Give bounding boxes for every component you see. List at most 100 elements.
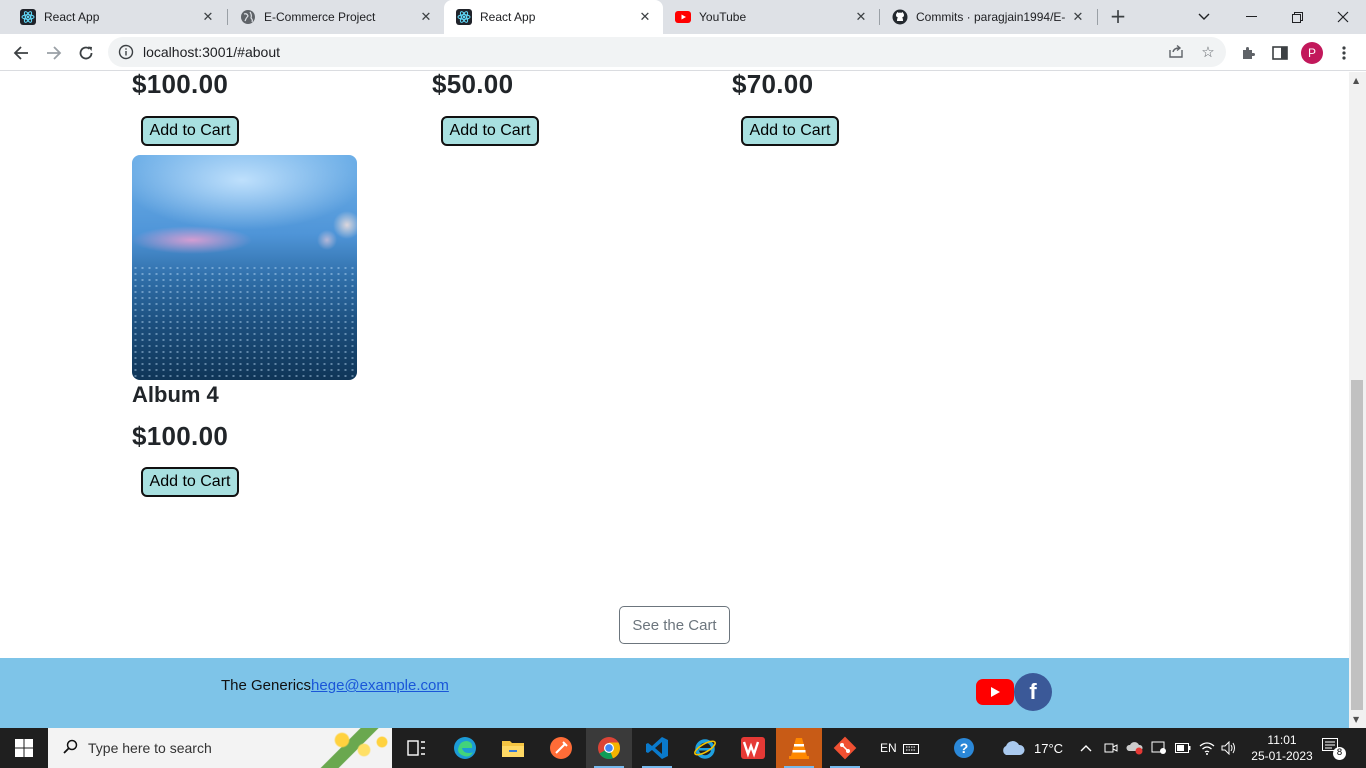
notification-center-icon[interactable]: 8	[1322, 738, 1346, 760]
close-icon[interactable]: ✕	[849, 9, 873, 25]
tab-title: E-Commerce Project	[264, 10, 376, 24]
onedrive-paused-icon[interactable]	[1126, 728, 1144, 768]
add-to-cart-button[interactable]: Add to Cart	[441, 116, 539, 146]
search-icon	[62, 739, 78, 759]
tab-github-commits[interactable]: Commits · paragjain1994/E-C ✕	[880, 0, 1096, 34]
album-texture	[132, 265, 357, 380]
tab-strip: React App ✕ E-Commerce Project ✕ React A…	[0, 0, 1366, 34]
extensions-puzzle-icon[interactable]	[1237, 42, 1259, 64]
vlc-icon[interactable]	[776, 728, 822, 768]
react-icon	[20, 9, 36, 25]
weather-cloud-icon[interactable]	[1000, 728, 1026, 768]
close-icon[interactable]: ✕	[196, 9, 220, 25]
facebook-icon[interactable]: f	[1014, 673, 1052, 711]
wps-office-icon[interactable]	[730, 728, 776, 768]
close-icon[interactable]: ✕	[414, 9, 438, 25]
forward-arrow-icon[interactable]	[40, 39, 68, 67]
chrome-icon[interactable]	[586, 728, 632, 768]
brand-name: The Generics	[221, 677, 312, 694]
footer: The Genericshege@example.com f	[0, 658, 1349, 728]
tab-youtube[interactable]: YouTube ✕	[663, 0, 879, 34]
url-text: localhost:3001/#about	[143, 44, 280, 60]
github-icon	[892, 9, 908, 25]
taskbar: Type here to search EN ? 17°C 11:01 25-0…	[0, 728, 1366, 768]
tab-search-chevron-icon[interactable]	[1181, 0, 1227, 34]
product-price: $100.00	[132, 421, 229, 451]
side-panel-icon[interactable]	[1269, 42, 1291, 64]
language-indicator[interactable]: EN	[880, 728, 897, 768]
battery-icon[interactable]	[1175, 728, 1191, 768]
file-explorer-icon[interactable]	[490, 728, 536, 768]
menu-kebab-icon[interactable]	[1333, 42, 1355, 64]
task-view-icon[interactable]	[394, 728, 440, 768]
tab-title: React App	[44, 10, 100, 24]
volume-icon[interactable]	[1221, 728, 1237, 768]
vscode-icon[interactable]	[634, 728, 680, 768]
tab-ecommerce-project[interactable]: E-Commerce Project ✕	[228, 0, 444, 34]
see-cart-button[interactable]: See the Cart	[619, 606, 730, 644]
page-viewport: $100.00 Add to Cart $50.00 Add to Cart $…	[0, 72, 1349, 728]
footer-brand: The Genericshege@example.com	[221, 677, 449, 694]
keyboard-icon[interactable]	[903, 728, 919, 768]
postman-icon[interactable]	[538, 728, 584, 768]
tab-react-app-1[interactable]: React App ✕	[8, 0, 226, 34]
security-icon[interactable]	[1151, 728, 1167, 768]
youtube-icon[interactable]	[976, 679, 1014, 705]
scrollbar-thumb[interactable]	[1351, 380, 1363, 710]
restore-icon[interactable]	[1274, 0, 1320, 34]
tab-react-app-active[interactable]: React App ✕	[444, 0, 663, 34]
share-icon[interactable]	[1167, 43, 1185, 61]
back-arrow-icon[interactable]	[7, 39, 35, 67]
product-price: $50.00	[432, 72, 514, 99]
reload-icon[interactable]	[72, 39, 100, 67]
wifi-icon[interactable]	[1199, 728, 1215, 768]
page-scrollbar[interactable]: ▲ ▼	[1349, 72, 1366, 728]
scroll-up-arrow-icon[interactable]: ▲	[1353, 76, 1359, 85]
git-icon[interactable]	[822, 728, 868, 768]
meet-now-icon[interactable]	[1104, 728, 1118, 768]
react-icon	[456, 9, 472, 25]
youtube-icon	[675, 9, 691, 25]
close-window-icon[interactable]	[1320, 0, 1366, 34]
taskbar-search-box[interactable]: Type here to search	[48, 728, 392, 768]
language-text: EN	[880, 741, 897, 755]
clock-date: 25-01-2023	[1251, 749, 1313, 763]
search-highlight-image	[312, 728, 392, 768]
globe-icon	[240, 9, 256, 25]
product-price: $70.00	[732, 72, 814, 99]
bookmark-star-icon[interactable]: ☆	[1199, 43, 1217, 61]
temperature-text: 17°C	[1034, 740, 1064, 756]
add-to-cart-button[interactable]: Add to Cart	[141, 467, 239, 497]
minimize-icon[interactable]	[1228, 0, 1274, 34]
address-bar[interactable]: localhost:3001/#about ☆	[108, 37, 1226, 67]
album-cover-image	[132, 155, 357, 380]
tab-separator	[1097, 9, 1098, 25]
scroll-down-arrow-icon[interactable]: ▼	[1353, 715, 1359, 724]
album-title: Album 4	[132, 382, 219, 407]
email-link[interactable]: hege@example.com	[311, 677, 449, 694]
notification-badge: 8	[1333, 747, 1346, 760]
weather-temperature[interactable]: 17°C	[1034, 728, 1063, 768]
browser-toolbar: localhost:3001/#about ☆ P	[0, 34, 1366, 71]
edge-icon[interactable]	[442, 728, 488, 768]
clock-time: 11:01	[1267, 733, 1297, 747]
close-icon[interactable]: ✕	[633, 9, 657, 25]
product-price: $100.00	[132, 72, 229, 99]
windows-start-icon[interactable]	[0, 728, 48, 768]
show-hidden-icons-chevron-icon[interactable]	[1080, 728, 1092, 768]
tab-title: Commits · paragjain1994/E-C	[916, 10, 1066, 24]
system-clock[interactable]: 11:01 25-01-2023	[1248, 732, 1316, 764]
facebook-glyph: f	[1029, 679, 1037, 704]
new-tab-plus-icon[interactable]: +	[1106, 5, 1130, 29]
site-info-icon[interactable]	[118, 44, 134, 60]
help-icon[interactable]: ?	[953, 728, 975, 768]
tab-title: React App	[480, 10, 536, 24]
svg-text:?: ?	[960, 740, 969, 756]
internet-explorer-icon[interactable]	[682, 728, 728, 768]
add-to-cart-button[interactable]: Add to Cart	[741, 116, 839, 146]
search-placeholder: Type here to search	[88, 740, 212, 756]
add-to-cart-button[interactable]: Add to Cart	[141, 116, 239, 146]
close-icon[interactable]: ✕	[1066, 9, 1090, 25]
profile-avatar[interactable]: P	[1301, 42, 1323, 64]
tab-title: YouTube	[699, 10, 747, 24]
